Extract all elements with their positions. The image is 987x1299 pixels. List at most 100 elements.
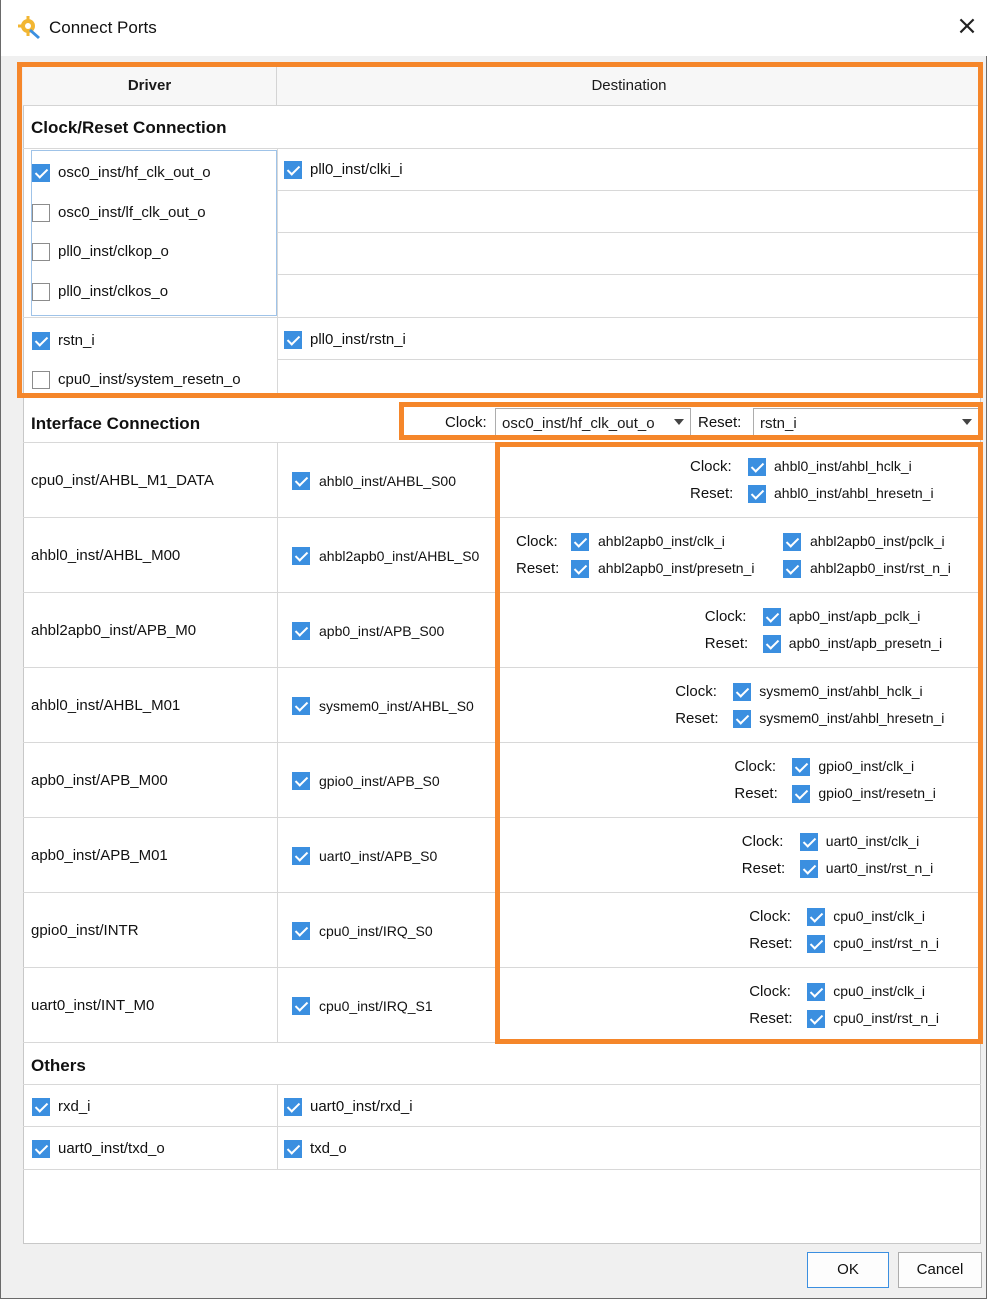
column-divider <box>277 517 278 592</box>
interface-clock-checkbox[interactable] <box>783 533 801 551</box>
interface-clock-checkbox[interactable] <box>733 683 752 701</box>
interface-driver-label: apb0_inst/APB_M00 <box>31 772 168 789</box>
interface-clock-label: Clock: <box>690 458 732 475</box>
interface-clock-port: ahbl2apb0_inst/pclk_i <box>810 533 945 549</box>
interface-dest-label: ahbl0_inst/AHBL_S00 <box>319 473 456 489</box>
interface-clock-checkbox[interactable] <box>807 983 826 1001</box>
interface-dest-checkbox[interactable] <box>292 472 310 490</box>
others-dest-label: uart0_inst/rxd_i <box>310 1098 413 1115</box>
interface-reset-checkbox[interactable] <box>571 560 589 578</box>
interface-reset-checkbox[interactable] <box>733 710 752 728</box>
interface-dest-checkbox[interactable] <box>292 847 310 865</box>
interface-reset-checkbox[interactable] <box>807 935 826 953</box>
interface-dest-checkbox[interactable] <box>292 697 310 715</box>
interface-reset-checkbox[interactable] <box>748 485 766 503</box>
interface-reset-label: Reset: <box>749 1010 793 1027</box>
interface-reset-label: Reset: <box>704 635 749 652</box>
row-divider <box>23 667 981 668</box>
interface-reset-dropdown[interactable]: rstn_i <box>753 408 979 438</box>
clock-destination-checkbox[interactable] <box>284 161 302 179</box>
interface-clock-port: sysmem0_inst/ahbl_hclk_i <box>759 683 923 699</box>
interface-section-title: Interface Connection <box>31 414 201 433</box>
interface-dest-label: cpu0_inst/IRQ_S0 <box>319 923 433 939</box>
others-dest-checkbox-0[interactable] <box>284 1098 302 1116</box>
interface-clock-label: Clock: <box>734 758 777 775</box>
interface-dest-label: apb0_inst/APB_S00 <box>319 623 445 639</box>
others-driver-checkbox-0[interactable] <box>32 1098 50 1116</box>
interface-dest-label: ahbl2apb0_inst/AHBL_S0 <box>319 548 480 564</box>
clock-driver-checkbox-2[interactable] <box>32 243 50 261</box>
interface-clock-dropdown[interactable]: osc0_inst/hf_clk_out_o <box>495 408 691 438</box>
interface-dest-checkbox[interactable] <box>292 622 310 640</box>
clock-reset-section-title: Clock/Reset Connection <box>31 118 227 137</box>
interface-dest-label: sysmem0_inst/AHBL_S0 <box>319 698 474 714</box>
destination-column-header[interactable]: Destination <box>277 66 981 106</box>
interface-driver-label: ahbl0_inst/AHBL_M01 <box>31 697 181 714</box>
interface-dest-checkbox[interactable] <box>292 922 310 940</box>
reset-driver-checkbox-0[interactable] <box>32 332 50 350</box>
interface-clock-label: Clock: <box>516 533 558 550</box>
interface-dest-label: gpio0_inst/APB_S0 <box>319 773 440 789</box>
interface-reset-value: rstn_i <box>760 415 797 432</box>
clock-driver-label: pll0_inst/clkos_o <box>58 283 169 300</box>
interface-driver-label: cpu0_inst/AHBL_M1_DATA <box>31 472 214 489</box>
interface-clock-label: Clock: <box>704 608 747 625</box>
row-divider <box>23 967 981 968</box>
interface-clock-checkbox[interactable] <box>748 458 766 476</box>
interface-clock-checkbox[interactable] <box>571 533 589 551</box>
row-divider <box>23 1042 981 1043</box>
interface-clock-port: uart0_inst/clk_i <box>825 833 920 849</box>
interface-reset-port: ahbl2apb0_inst/rst_n_i <box>810 560 951 576</box>
reset-driver-label: rstn_i <box>58 332 95 349</box>
others-dest-checkbox-1[interactable] <box>284 1140 302 1158</box>
interface-dest-checkbox[interactable] <box>292 772 310 790</box>
interface-clock-label: Clock: <box>749 908 791 925</box>
interface-reset-label: Reset: <box>690 485 734 502</box>
interface-reset-label: Reset: <box>675 710 719 727</box>
interface-reset-label: Reset: <box>734 785 778 802</box>
cancel-button[interactable]: Cancel <box>898 1252 982 1288</box>
close-icon[interactable]: × <box>953 12 981 40</box>
reset-driver-checkbox-1[interactable] <box>32 371 50 389</box>
clock-driver-checkbox-1[interactable] <box>32 204 50 222</box>
column-divider <box>277 742 278 817</box>
interface-clock-checkbox[interactable] <box>792 758 811 776</box>
interface-dest-label: uart0_inst/APB_S0 <box>319 848 438 864</box>
row-divider <box>23 892 981 893</box>
interface-clock-checkbox[interactable] <box>807 908 826 926</box>
interface-clock-checkbox[interactable] <box>799 833 818 851</box>
interface-reset-checkbox[interactable] <box>799 860 818 878</box>
row-divider <box>23 742 981 743</box>
interface-clock-value: osc0_inst/hf_clk_out_o <box>502 415 655 432</box>
driver-column-header[interactable]: Driver <box>23 66 277 106</box>
reset-driver-label: cpu0_inst/system_resetn_o <box>58 371 241 388</box>
others-dest-label: txd_o <box>310 1140 347 1157</box>
interface-dest-label: cpu0_inst/IRQ_S1 <box>319 998 433 1014</box>
row-divider <box>23 592 981 593</box>
interface-dest-checkbox[interactable] <box>292 547 310 565</box>
interface-reset-port: ahbl2apb0_inst/presetn_i <box>598 560 755 576</box>
interface-clock-label: Clock: <box>749 983 791 1000</box>
interface-clock-label: Clock: <box>741 833 784 850</box>
clock-driver-checkbox-3[interactable] <box>32 283 50 301</box>
interface-reset-checkbox[interactable] <box>783 560 801 578</box>
clock-driver-label: osc0_inst/hf_clk_out_o <box>58 164 211 181</box>
interface-driver-label: apb0_inst/APB_M01 <box>31 847 168 864</box>
reset-destination-checkbox[interactable] <box>284 331 302 349</box>
clock-driver-checkbox-0[interactable] <box>32 164 50 182</box>
interface-dest-checkbox[interactable] <box>292 997 310 1015</box>
others-driver-label: rxd_i <box>58 1098 91 1115</box>
clock-driver-label: osc0_inst/lf_clk_out_o <box>58 204 206 221</box>
interface-clock-label: Clock: <box>445 414 487 431</box>
column-divider <box>277 442 278 517</box>
clock-driver-label: pll0_inst/clkop_o <box>58 243 169 260</box>
title-bar: Connect Ports × <box>1 0 987 56</box>
interface-reset-checkbox[interactable] <box>762 635 781 653</box>
interface-clock-checkbox[interactable] <box>762 608 781 626</box>
others-driver-checkbox-1[interactable] <box>32 1140 50 1158</box>
interface-reset-checkbox[interactable] <box>807 1010 826 1028</box>
ok-button[interactable]: OK <box>807 1252 889 1288</box>
interface-reset-checkbox[interactable] <box>792 785 811 803</box>
window-title: Connect Ports <box>49 18 157 37</box>
interface-reset-port: sysmem0_inst/ahbl_hresetn_i <box>759 710 945 726</box>
